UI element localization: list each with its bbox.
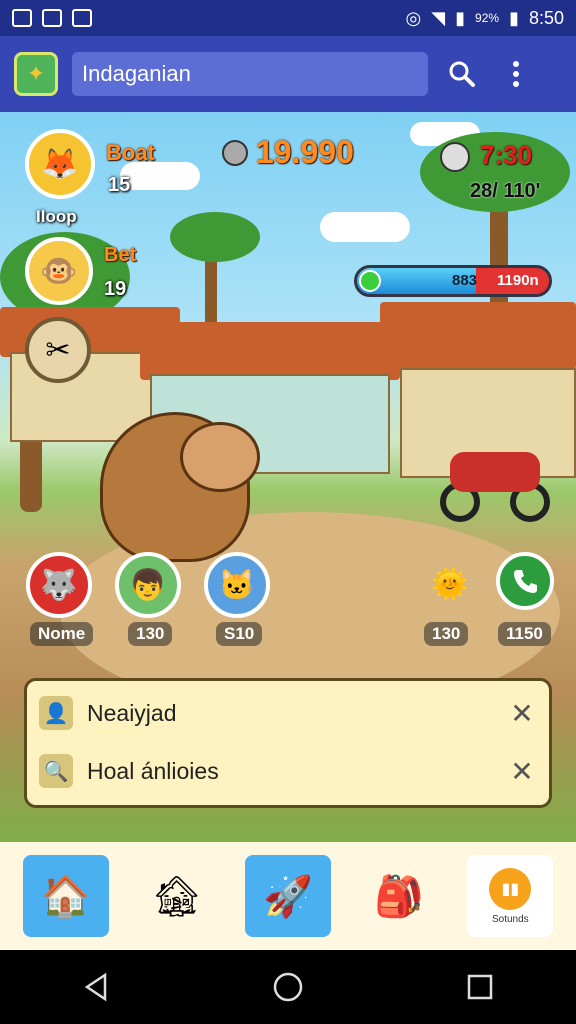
character-fox-button[interactable]: 🐺 — [26, 552, 92, 618]
close-icon[interactable]: ✕ — [505, 755, 539, 788]
hourglass-icon — [440, 142, 470, 172]
character-label: Nome — [30, 622, 94, 646]
notification-icon — [12, 9, 32, 27]
clock: 8:50 — [528, 7, 564, 28]
player1-tag: Iloop — [36, 207, 77, 226]
character-boy-button[interactable]: 👦 — [115, 552, 181, 618]
notification-label: Hoal ánlioies — [87, 757, 219, 784]
wifi-icon: ◥ — [431, 7, 446, 28]
energy-bar: 883 1190n — [354, 265, 552, 297]
back-icon — [84, 972, 107, 1002]
nav-house-button[interactable]: 🏚 — [134, 855, 220, 937]
progress-count: 28/ 110' — [470, 180, 541, 202]
user-search-icon: 👤 — [39, 696, 73, 730]
timer: 7:30 — [480, 140, 533, 170]
alarm-icon: ◎ — [405, 7, 422, 28]
cat-face — [180, 422, 260, 492]
player2-level: 19 — [104, 278, 127, 300]
recents-button[interactable] — [460, 967, 500, 1007]
notification-panel: 👤 Neaiyjad ✕ 🔍 Hoal ánlioies ✕ — [24, 678, 552, 808]
signal-icon: ▮ — [455, 7, 466, 28]
search-input[interactable]: Indaganian — [72, 52, 428, 96]
system-nav-bar — [0, 950, 576, 1024]
search-button[interactable] — [442, 54, 482, 94]
player1-name: Boat — [106, 140, 155, 165]
tools-button[interactable]: ✂ — [25, 317, 91, 383]
sounds-icon: ▮▮ — [489, 867, 532, 910]
character-label: 130 — [424, 622, 469, 646]
status-right: ◎ ◥ ▮ 92% ▮ 8:50 — [406, 8, 564, 29]
phone-button[interactable] — [496, 552, 554, 610]
palm-tree-leaves — [170, 212, 260, 262]
status-bar: ◎ ◥ ▮ 92% ▮ 8:50 — [0, 0, 576, 36]
coin-icon — [222, 140, 248, 166]
nav-sounds-button[interactable]: ▮▮ Sotunds — [467, 855, 554, 937]
close-icon[interactable]: ✕ — [505, 697, 539, 730]
character-label: 130 — [128, 622, 173, 646]
notification-item[interactable]: 🔍 Hoal ánlioies ✕ — [39, 749, 539, 793]
player1-avatar[interactable]: 🦊 — [25, 129, 95, 199]
energy-left-value: 883 — [452, 272, 478, 289]
bottom-nav: 🏠 🏚 🚀 🎒 ▮▮ Sotunds — [0, 842, 576, 950]
nav-explore-button[interactable]: 🚀 — [244, 855, 331, 937]
player1-level: 15 — [108, 174, 131, 196]
notification-label: Neaiyjad — [87, 699, 177, 726]
backpack-icon: 🎒 — [374, 874, 425, 919]
nav-bag-button[interactable]: 🎒 — [356, 855, 442, 937]
motorbike[interactable] — [440, 432, 550, 532]
app-bar: ✦ Indaganian — [0, 36, 576, 112]
rocket-icon: 🚀 — [263, 874, 313, 919]
search-icon: 🔍 — [39, 754, 73, 788]
player2-avatar[interactable]: 🐵 — [25, 237, 93, 305]
energy-dot-icon — [359, 270, 381, 292]
battery-icon: ▮ — [509, 7, 519, 28]
image-icon — [42, 9, 62, 27]
sounds-label: Sotunds — [491, 913, 529, 925]
message-icon — [72, 9, 92, 27]
character-label: S10 — [216, 622, 263, 646]
recents-icon — [467, 974, 493, 1000]
circle-home-icon — [273, 972, 303, 1002]
energy-right-value: 1190n — [497, 272, 539, 289]
cloud — [120, 162, 200, 190]
app-logo-icon[interactable]: ✦ — [14, 52, 58, 96]
notification-item[interactable]: 👤 Neaiyjad ✕ — [39, 691, 539, 735]
nav-home-button[interactable]: 🏠 — [22, 855, 109, 937]
home-nav-button[interactable] — [268, 967, 308, 1007]
search-icon — [449, 61, 475, 87]
back-button[interactable] — [76, 967, 116, 1007]
house-icon: 🏚 — [151, 874, 203, 919]
more-menu-button[interactable] — [496, 54, 536, 94]
character-label: 1150 — [498, 622, 551, 646]
coin-count: 19.990 — [256, 134, 354, 170]
cloud — [320, 212, 410, 242]
more-vert-icon — [513, 61, 519, 87]
player2-name: Bet — [104, 244, 137, 266]
home-icon: 🏠 — [40, 874, 91, 919]
battery-percent: 92% — [475, 11, 500, 25]
phone-icon — [514, 570, 537, 593]
character-sun-button[interactable]: 🌞 — [418, 552, 482, 616]
status-left-icons — [12, 9, 92, 27]
character-cat-button[interactable]: 🐱 — [204, 552, 270, 618]
